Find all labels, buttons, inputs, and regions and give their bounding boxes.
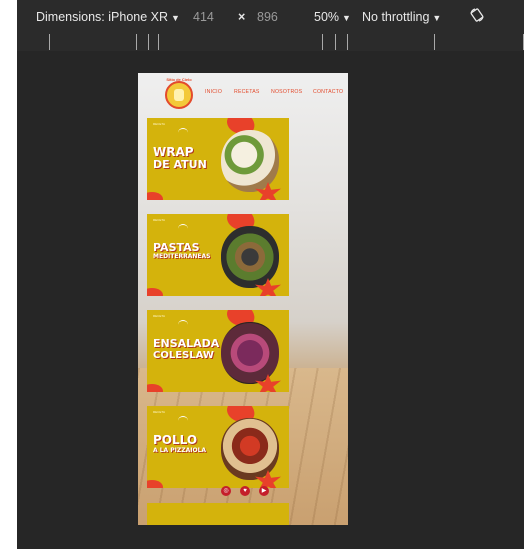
media-query-ruler[interactable] [17,34,524,52]
recipe-image [221,322,279,384]
splash-shape [147,288,163,296]
recipe-card-next[interactable] [147,503,289,525]
nav-recetas[interactable]: RECETAS [234,89,260,95]
ruler-tick [136,34,137,50]
ruler-tick [347,34,348,50]
zoom-select[interactable]: 50% ▼ [314,10,351,24]
recipe-title: PASTAS [153,241,200,254]
logo-face-icon [174,89,184,101]
nav-contacto[interactable]: CONTACTO [313,89,343,95]
recipe-subtitle: COLESLAW [153,350,214,361]
ruler-tick [49,34,50,50]
chevron-down-icon: ▼ [342,13,351,23]
times-icon: × [238,10,246,24]
arrow-icon [178,224,188,233]
site-nav: Sitio de Cielo INICIO RECETAS NOSOTROS C… [138,73,348,113]
recipe-subtitle: A LA PIZZAIOLA [153,447,207,454]
splash-shape [147,480,163,488]
ruler-tick [434,34,435,50]
recipe-card-pastas[interactable]: RECETA PASTAS MEDITERRANEAS [147,214,289,296]
recipe-subtitle: DE ATUN [153,158,207,171]
youtube-icon[interactable]: ▶ [259,486,269,496]
site-logo[interactable]: Sitio de Cielo [165,77,193,109]
twitter-icon[interactable]: ♥ [240,486,250,496]
throttle-select[interactable]: No throttling ▼ [362,10,441,24]
device-toolbar: Dimensions: iPhone XR ▼ 414 × 896 50% ▼ No… [17,0,524,34]
arrow-icon [178,320,188,329]
recipe-title: ENSALADA [153,337,220,350]
splash-shape [147,192,163,200]
width-input[interactable]: 414 [193,10,214,24]
recipe-card-wrap[interactable]: RECETA WRAP DE ATUN [147,118,289,200]
nav-inicio[interactable]: INICIO [205,89,222,95]
chevron-down-icon: ▼ [171,13,180,23]
recipe-title: POLLO [153,433,198,447]
chevron-down-icon: ▼ [432,13,442,23]
arrow-icon [178,128,188,137]
ruler-tick [148,34,149,50]
recipe-title: WRAP [153,145,194,159]
recipe-subtitle: MEDITERRANEAS [153,253,211,260]
device-select[interactable]: Dimensions: iPhone XR ▼ [36,10,180,24]
rotate-icon[interactable] [469,7,485,26]
arrow-icon [178,416,188,425]
phone-viewport[interactable]: Sitio de Cielo INICIO RECETAS NOSOTROS C… [138,73,348,525]
recipe-image [221,226,279,288]
recipe-card-pollo[interactable]: RECETA POLLO A LA PIZZAIOLA [147,406,289,488]
recipe-image [221,418,279,480]
instagram-icon[interactable]: ◎ [221,486,231,496]
height-input[interactable]: 896 [257,10,278,24]
ruler-tick [335,34,336,50]
ruler-tick [322,34,323,50]
nav-nosotros[interactable]: NOSOTROS [271,89,302,95]
recipe-card-ensalada[interactable]: RECETA ENSALADA COLESLAW [147,310,289,392]
recipe-image [221,130,279,192]
splash-shape [147,384,163,392]
ruler-tick [158,34,159,50]
